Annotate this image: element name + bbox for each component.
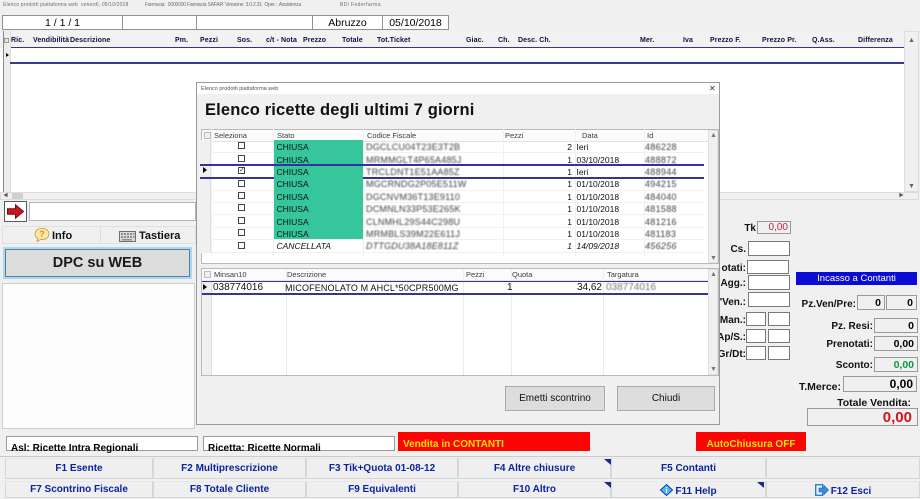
- svg-text:?: ?: [39, 229, 45, 239]
